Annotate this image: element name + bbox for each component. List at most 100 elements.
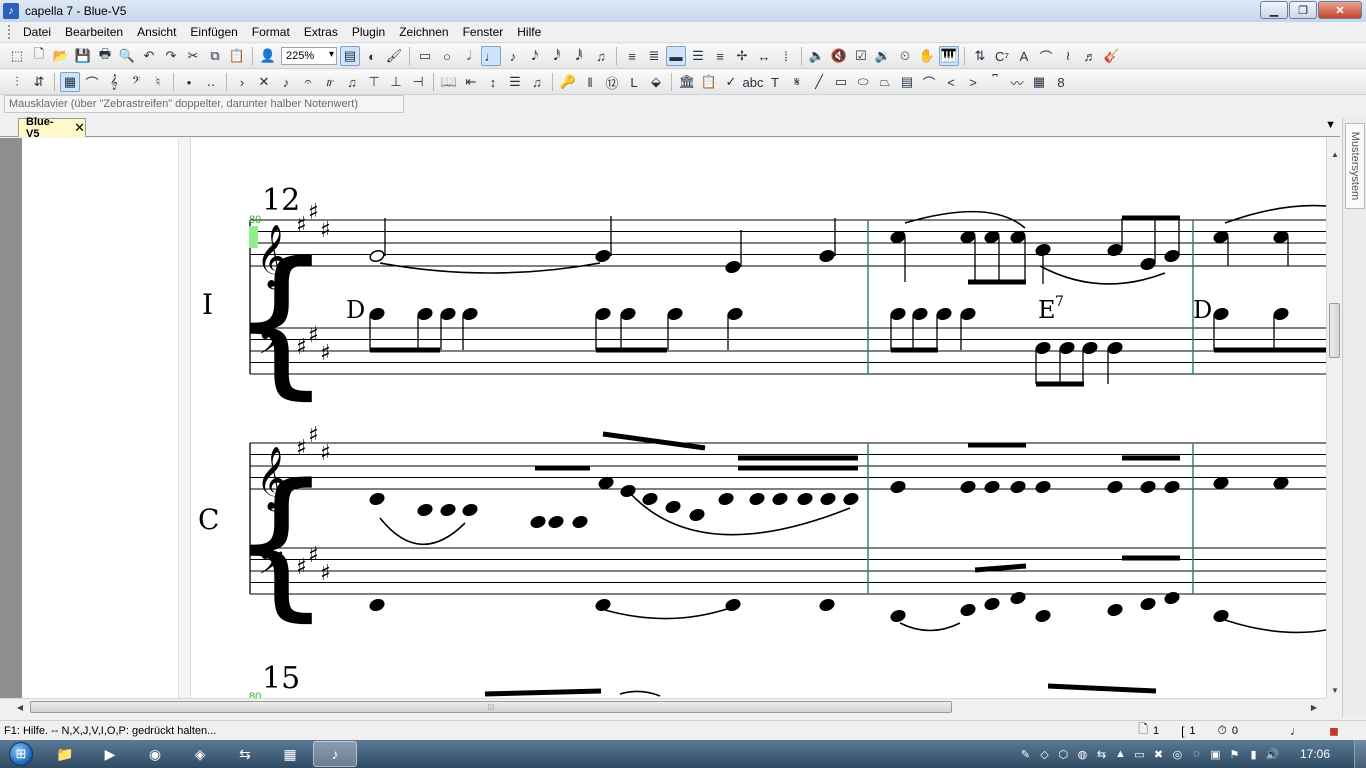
- note-head[interactable]: [1107, 480, 1124, 494]
- ellipse-tool-icon[interactable]: ⬭: [853, 72, 873, 92]
- note-head[interactable]: [1010, 591, 1027, 605]
- sixteenth-note-icon[interactable]: 𝅘𝅥𝅯: [525, 46, 545, 66]
- note-head[interactable]: [1273, 476, 1290, 490]
- note-head[interactable]: [797, 492, 814, 506]
- note-head[interactable]: [1213, 307, 1230, 321]
- crescendo-icon[interactable]: <: [941, 72, 961, 92]
- color-icon[interactable]: ◐: [362, 46, 382, 66]
- note-head[interactable]: [642, 492, 659, 506]
- tray-dropbox-icon[interactable]: ◇: [1035, 748, 1054, 761]
- note-head[interactable]: [595, 249, 612, 263]
- note-head[interactable]: [548, 515, 565, 529]
- menu-hilfe[interactable]: Hilfe: [510, 25, 548, 39]
- instrument-icon[interactable]: ♬: [1080, 46, 1100, 66]
- sound-icon[interactable]: 🔉: [873, 46, 893, 66]
- tray-pdf-icon[interactable]: ▲: [1111, 748, 1130, 760]
- menu-plugin[interactable]: Plugin: [345, 25, 392, 39]
- open-folder-icon[interactable]: 📂: [51, 46, 71, 66]
- treble-clef-icon[interactable]: 𝄞: [104, 72, 124, 92]
- justify-icon[interactable]: ☰: [505, 72, 525, 92]
- transpose-icon[interactable]: ⇅: [970, 46, 990, 66]
- print-icon[interactable]: 🖶: [95, 46, 115, 66]
- tray-icon[interactable]: ◍: [1073, 748, 1092, 761]
- hand-icon[interactable]: ✋: [917, 46, 937, 66]
- whole-note-icon[interactable]: ○: [437, 46, 457, 66]
- piano-icon[interactable]: 🎹: [939, 46, 959, 66]
- tray-icon[interactable]: ✎: [1016, 748, 1035, 761]
- grid-icon[interactable]: ▦: [1029, 72, 1049, 92]
- tuplet-icon[interactable]: ⊤: [364, 72, 384, 92]
- beam-icon[interactable]: ♫: [342, 72, 362, 92]
- thirtysecond-note-icon[interactable]: 𝅘𝅥𝅰: [547, 46, 567, 66]
- note-head[interactable]: [665, 500, 682, 514]
- half-note-icon[interactable]: 𝅗𝅥: [459, 46, 479, 66]
- note-head[interactable]: [718, 492, 735, 506]
- scroll-right-icon[interactable]: ▶: [1306, 699, 1322, 715]
- sixtyfourth-note-icon[interactable]: 𝅘𝅥𝅱: [569, 46, 589, 66]
- minimize-button[interactable]: ▁: [1260, 1, 1288, 19]
- staccato-icon[interactable]: ✕: [254, 72, 274, 92]
- line-spacing-icon[interactable]: ↕: [483, 72, 503, 92]
- taskbar-explorer-icon[interactable]: 📁: [43, 741, 87, 767]
- menu-extras[interactable]: Extras: [297, 25, 345, 39]
- eighth-note-icon[interactable]: ♪: [503, 46, 523, 66]
- note-head[interactable]: [912, 307, 929, 321]
- note-head[interactable]: [843, 492, 860, 506]
- mustersystem-tab[interactable]: Mustersystem: [1345, 123, 1365, 209]
- rectangle-tool-icon[interactable]: ▭: [831, 72, 851, 92]
- library-icon[interactable]: 🏛: [677, 72, 697, 92]
- horizontal-scrollbar[interactable]: ◀ ⁞⁞⁞ ▶: [0, 698, 1326, 715]
- key-change-icon[interactable]: ♮: [148, 72, 168, 92]
- tab-dropdown-icon[interactable]: ▼: [1325, 119, 1336, 131]
- menu-format[interactable]: Format: [245, 25, 297, 39]
- tab-blue-v5[interactable]: Blue-V5 ✕: [18, 116, 86, 140]
- speaker-icon[interactable]: 🔈: [807, 46, 827, 66]
- speaker-mute-icon[interactable]: 🔇: [829, 46, 849, 66]
- note-head[interactable]: [1140, 480, 1157, 494]
- select-icon[interactable]: ⬚: [7, 46, 27, 66]
- taskbar-calculator-icon[interactable]: ▦: [268, 741, 312, 767]
- menu-fenster[interactable]: Fenster: [456, 25, 511, 39]
- note-head[interactable]: [1035, 341, 1052, 355]
- accent-icon[interactable]: ›: [232, 72, 252, 92]
- decrescendo-icon[interactable]: >: [963, 72, 983, 92]
- tray-network-icon[interactable]: ▮: [1244, 748, 1263, 761]
- note-head[interactable]: [1213, 476, 1230, 490]
- menu-einfuegen[interactable]: Einfügen: [183, 25, 244, 39]
- note-head[interactable]: [572, 515, 589, 529]
- note-head[interactable]: [1164, 591, 1181, 605]
- taskbar-clock[interactable]: 17:06: [1300, 747, 1330, 761]
- quarter-note-icon[interactable]: ♩: [481, 46, 501, 66]
- volta-icon[interactable]: ⎴: [985, 72, 1005, 92]
- capella-app-icon[interactable]: ♪: [3, 3, 19, 19]
- tray-flag-icon[interactable]: ⚑: [1225, 748, 1244, 761]
- bracket-tool-icon[interactable]: ⌒: [919, 72, 939, 92]
- taskbar-media-player-icon[interactable]: ▶: [88, 741, 132, 767]
- music-sign-icon[interactable]: ♫: [527, 72, 547, 92]
- taskbar-network-icon[interactable]: ⇆: [223, 741, 267, 767]
- print-preview-icon[interactable]: 🔍: [117, 46, 137, 66]
- note-head[interactable]: [725, 598, 742, 612]
- spacing-icon[interactable]: ↔: [754, 46, 774, 66]
- note-head[interactable]: [1082, 341, 1099, 355]
- tray-icon[interactable]: ▭: [1130, 748, 1149, 761]
- layout-book-icon[interactable]: 📖: [439, 72, 459, 92]
- note-head[interactable]: [417, 307, 434, 321]
- note-head[interactable]: [595, 598, 612, 612]
- note-head[interactable]: [1164, 480, 1181, 494]
- note-head[interactable]: [890, 480, 907, 494]
- split-icon[interactable]: ⊣: [408, 72, 428, 92]
- highlight-icon[interactable]: ⬙: [646, 72, 666, 92]
- note-head[interactable]: [667, 307, 684, 321]
- note-head[interactable]: [689, 508, 706, 522]
- double-dot-icon[interactable]: ‥: [201, 72, 221, 92]
- zoom-select[interactable]: 225%: [281, 47, 337, 65]
- note-head[interactable]: [369, 598, 386, 612]
- note-head[interactable]: [984, 230, 1001, 244]
- note-head[interactable]: [417, 503, 434, 517]
- chord-icon[interactable]: C⁷: [992, 46, 1012, 66]
- brush-icon[interactable]: 🖌: [384, 46, 404, 66]
- tray-icon[interactable]: ◌: [1187, 748, 1206, 760]
- fermata-icon[interactable]: 𝄐: [298, 72, 318, 92]
- line-tool-icon[interactable]: ╱: [809, 72, 829, 92]
